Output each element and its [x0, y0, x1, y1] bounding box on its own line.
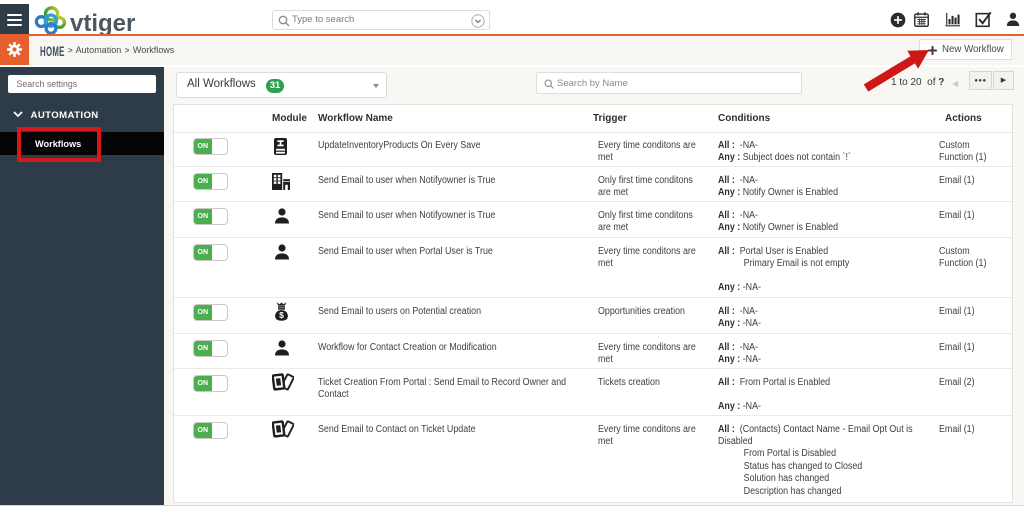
- svg-text:$: $: [279, 310, 284, 320]
